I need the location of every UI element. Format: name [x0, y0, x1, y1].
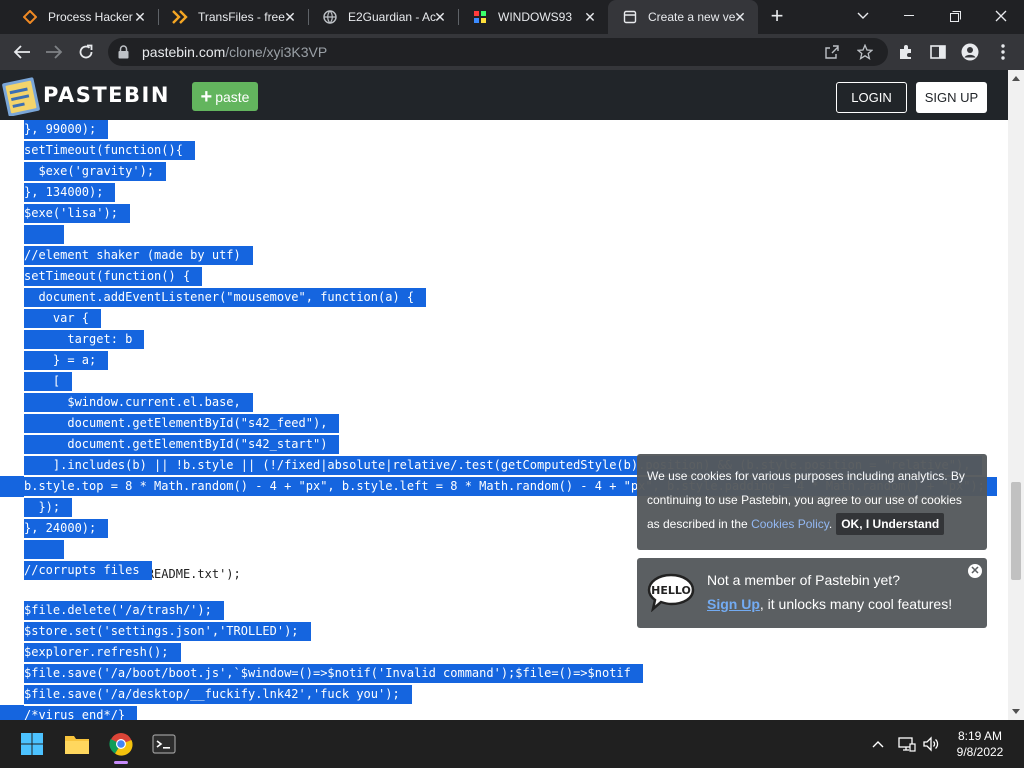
code-line: setTimeout(function(){	[24, 141, 195, 160]
network-icon[interactable]	[897, 734, 917, 754]
code-line: document.getElementById("s42_start")	[24, 435, 340, 454]
file-explorer-icon[interactable]	[61, 728, 93, 760]
tray-chevron-up-icon[interactable]	[870, 734, 886, 754]
windows93-icon	[472, 9, 488, 25]
code-editor[interactable]: }, 99000); setTimeout(function(){ $exe('g…	[0, 120, 1008, 720]
hello-speech-bubble-icon: HELLO	[647, 572, 695, 613]
signup-link[interactable]: Sign Up	[707, 596, 760, 612]
windows-taskbar: 8:19 AM 9/8/2022	[0, 720, 1024, 768]
code-line: $store.set('settings.json','TROLLED');	[24, 622, 311, 641]
plus-icon: +	[200, 85, 213, 108]
side-panel-icon[interactable]	[928, 42, 948, 62]
code-line: $file.delete('/a/trash/');	[24, 601, 224, 620]
globe-icon	[322, 9, 338, 25]
member-prompt: HELLO Not a member of Pastebin yet? Sign…	[637, 558, 987, 628]
code-line: $file.save('/a/boot/boot.js',`$window=()…	[24, 664, 643, 683]
code-line: [	[24, 372, 73, 391]
url-text: pastebin.com/clone/xyi3K3VP	[142, 44, 328, 60]
tab-windows93[interactable]: WINDOWS93 ✕	[458, 0, 608, 34]
menu-kebab-icon[interactable]	[993, 42, 1013, 62]
code-line: $exe('lisa');	[24, 204, 130, 223]
cookie-accept-button[interactable]: OK, I Understand	[836, 513, 945, 535]
active-app-indicator	[114, 761, 128, 764]
process-hacker-icon	[22, 9, 38, 25]
pastebin-logo-icon[interactable]	[2, 74, 40, 117]
volume-icon[interactable]	[921, 734, 941, 754]
code-line: document.addEventListener("mousemove", f…	[24, 288, 427, 307]
code-line	[24, 225, 64, 244]
back-arrow-icon[interactable]	[10, 40, 34, 64]
code-line: document.getElementById("s42_feed"),	[24, 414, 340, 433]
code-line: }, 134000);	[24, 183, 116, 202]
tab-process-hacker[interactable]: Process Hacker ✕	[8, 0, 158, 34]
close-icon[interactable]: ✕	[582, 9, 598, 25]
windows-start-icon[interactable]	[16, 728, 48, 760]
minimize-icon[interactable]	[886, 0, 932, 32]
code-line: //element shaker (made by utf)	[24, 246, 253, 265]
code-line: $exe('gravity');	[24, 162, 167, 181]
scroll-down-arrow-icon[interactable]	[1012, 709, 1020, 714]
code-line: }, 99000);	[24, 120, 109, 139]
scrollbar-thumb[interactable]	[1011, 482, 1021, 580]
login-button[interactable]: LOGIN	[836, 82, 907, 113]
code-line: } = a;	[24, 351, 109, 370]
terminal-icon[interactable]	[148, 728, 180, 760]
code-line: /*virus end*/}	[24, 706, 138, 720]
new-tab-button[interactable]: +	[766, 5, 788, 28]
code-line: var {	[24, 309, 102, 328]
system-clock[interactable]: 8:19 AM 9/8/2022	[950, 728, 1010, 760]
window-close-icon[interactable]	[978, 0, 1024, 32]
tab-transfiles[interactable]: TransFiles - free ✕	[158, 0, 308, 34]
tab-search-chevron-icon[interactable]	[840, 0, 886, 32]
code-line: });	[24, 498, 73, 517]
member-prompt-text: Sign Up, it unlocks many cool features!	[707, 596, 953, 612]
code-line: target: b	[24, 330, 145, 349]
svg-text:HELLO: HELLO	[651, 584, 691, 597]
close-icon[interactable]: ✕	[432, 9, 448, 25]
cookie-banner: We use cookies for various purposes incl…	[637, 454, 987, 550]
transfiles-icon	[172, 9, 188, 25]
page-icon	[622, 9, 638, 25]
site-brand[interactable]: PASTEBIN	[43, 83, 170, 107]
browser-tab-strip: Process Hacker ✕ TransFiles - free ✕ E2G…	[0, 0, 1024, 34]
share-icon[interactable]	[824, 44, 840, 60]
forward-arrow-icon[interactable]	[42, 40, 66, 64]
code-line: $window.current.el.base,	[24, 393, 253, 412]
restore-icon[interactable]	[932, 0, 978, 32]
site-header: PASTEBIN + paste LOGIN SIGN UP	[0, 70, 1008, 120]
new-paste-button[interactable]: + paste	[192, 82, 258, 111]
member-prompt-title: Not a member of Pastebin yet?	[707, 572, 900, 588]
close-icon[interactable]: ✕	[132, 9, 148, 25]
lock-icon[interactable]	[118, 45, 129, 64]
code-line: $explorer.refresh();	[24, 643, 181, 662]
browser-toolbar: pastebin.com/clone/xyi3K3VP	[0, 34, 1024, 70]
code-line: }, 24000);	[24, 519, 109, 538]
tab-e2guardian[interactable]: E2Guardian - Ac ✕	[308, 0, 458, 34]
star-icon[interactable]	[856, 43, 874, 61]
tab-create-new-version[interactable]: Create a new ve ✕	[608, 0, 758, 34]
scroll-up-arrow-icon[interactable]	[1012, 76, 1020, 81]
selection-margin	[0, 476, 24, 497]
selection-margin	[0, 705, 24, 720]
code-line: setTimeout(function() {	[24, 267, 203, 286]
profile-avatar-icon[interactable]	[960, 42, 980, 62]
extensions-puzzle-icon[interactable]	[896, 42, 916, 62]
code-line	[24, 540, 64, 559]
cookies-policy-link[interactable]: Cookies Policy	[751, 517, 829, 531]
chrome-icon[interactable]	[105, 728, 137, 764]
reload-icon[interactable]	[74, 40, 98, 64]
close-icon[interactable]: ✕	[282, 9, 298, 25]
page-scrollbar[interactable]	[1008, 70, 1024, 720]
close-icon[interactable]: ✕	[968, 564, 982, 578]
signup-button[interactable]: SIGN UP	[916, 82, 987, 113]
code-line: //corrupts files	[24, 561, 152, 580]
close-icon[interactable]: ✕	[732, 9, 748, 25]
code-line: $file.save('/a/desktop/__fuckify.lnk42',…	[24, 685, 412, 704]
address-bar[interactable]: pastebin.com/clone/xyi3K3VP	[108, 38, 888, 66]
